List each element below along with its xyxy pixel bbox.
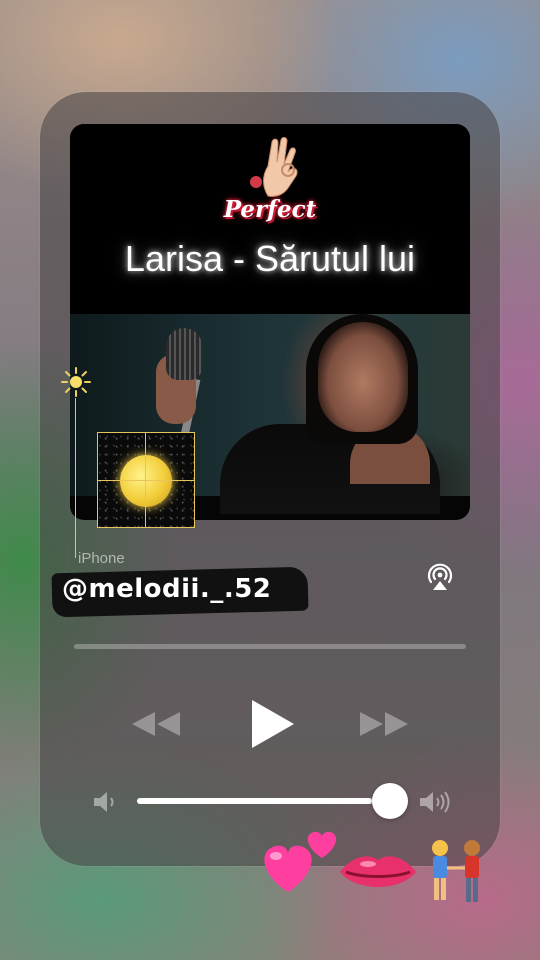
heart-icon	[264, 845, 312, 892]
song-title: Larisa - Sărutul lui	[124, 238, 416, 279]
ok-hand-icon	[250, 137, 298, 197]
creator-handle: @melodii._.52	[62, 574, 272, 604]
moon-guide-horizontal	[98, 480, 194, 481]
moon-sticker	[97, 432, 195, 528]
emoji-stickers	[264, 831, 480, 902]
play-button[interactable]	[246, 696, 298, 752]
volume-knob[interactable]	[372, 783, 408, 819]
artwork-title-banner: Perfect Larisa - Sărutul lui	[70, 124, 470, 314]
volume-slider[interactable]	[137, 798, 407, 804]
rewind-button[interactable]	[128, 708, 182, 740]
singer-face	[318, 322, 408, 432]
small-heart-icon	[307, 831, 337, 858]
progress-bar[interactable]	[74, 644, 466, 649]
fast-forward-button[interactable]	[358, 708, 412, 740]
microphone	[166, 328, 202, 380]
volume-fill	[137, 798, 372, 804]
output-device-label: iPhone	[78, 550, 125, 567]
sticker-guide-line	[75, 398, 76, 558]
moon-icon	[120, 455, 172, 507]
couple-icon	[432, 840, 480, 902]
lips-icon	[340, 856, 416, 887]
brand-logo-text: Perfect	[223, 196, 317, 223]
volume-low-icon	[94, 792, 114, 812]
moon-guide-vertical	[145, 433, 146, 527]
volume-high-icon	[420, 791, 450, 813]
sun-icon	[61, 367, 91, 397]
airplay-icon[interactable]	[424, 560, 456, 592]
